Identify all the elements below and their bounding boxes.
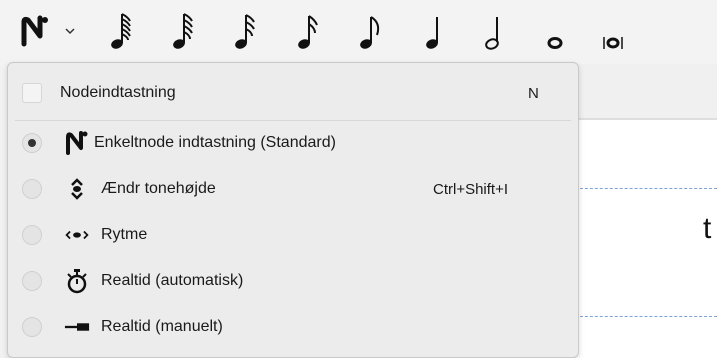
pitch-updown-icon — [64, 176, 90, 202]
staff-line — [575, 316, 717, 317]
note-input-toolbar — [0, 0, 717, 64]
note-input-checkbox[interactable] — [22, 83, 42, 103]
score-canvas[interactable]: t — [575, 120, 717, 358]
input-mode-dropdown-button[interactable] — [60, 6, 80, 56]
menu-item-label: Nodeindtastning — [60, 84, 176, 101]
radio-unselected[interactable] — [22, 317, 42, 337]
128th-note-icon — [298, 15, 318, 49]
duration-128th-button[interactable] — [285, 6, 335, 56]
radio-unselected[interactable] — [22, 271, 42, 291]
eighth-note-icon — [360, 16, 380, 49]
staff-line — [575, 188, 717, 189]
radio-selected[interactable] — [22, 133, 42, 153]
duration-256th-button[interactable] — [222, 6, 272, 56]
half-note-icon — [485, 17, 499, 50]
duration-quarter-button[interactable] — [410, 6, 460, 56]
duration-1024th-button[interactable] — [98, 6, 148, 56]
menu-item-realtime-auto[interactable]: Realtid (automatisk) — [8, 261, 578, 301]
512th-note-icon — [173, 13, 193, 49]
menu-item-shortcut: Ctrl+Shift+I — [433, 180, 509, 198]
menu-item-label: Realtid (manuelt) — [101, 318, 223, 335]
menu-item-note-input-toggle[interactable]: Nodeindtastning N — [8, 73, 578, 113]
menu-item-shortcut: N — [528, 84, 539, 102]
1024th-note-icon — [111, 13, 131, 49]
menu-item-change-pitch[interactable]: Ændr tonehøjde Ctrl+Shift+I — [8, 169, 578, 209]
menu-separator — [15, 120, 571, 121]
menu-item-label: Rytme — [101, 226, 148, 243]
score-toolbar-strip — [575, 64, 717, 120]
menu-item-label: Ændr tonehøjde — [101, 180, 216, 197]
menu-item-realtime-manual[interactable]: Realtid (manuelt) — [8, 307, 578, 347]
radio-unselected[interactable] — [22, 225, 42, 245]
duration-512th-button[interactable] — [160, 6, 210, 56]
menu-item-rhythm[interactable]: Rytme — [8, 215, 578, 255]
menu-item-single-note-input[interactable]: Enkeltnode indtastning (Standard) — [8, 123, 578, 163]
menu-item-label: Enkeltnode indtastning (Standard) — [94, 134, 336, 151]
duration-whole-button[interactable] — [530, 6, 580, 56]
menu-item-label: Realtid (automatisk) — [101, 272, 244, 289]
breve-note-icon — [603, 37, 623, 49]
radio-unselected[interactable] — [22, 179, 42, 199]
note-input-n-icon — [64, 130, 90, 156]
score-text-fragment: t — [703, 212, 712, 245]
duration-eighth-button[interactable] — [347, 6, 397, 56]
chevron-down-icon — [65, 28, 75, 35]
realtime-manual-icon — [64, 314, 90, 340]
quarter-note-icon — [426, 17, 438, 49]
whole-note-icon — [547, 37, 563, 49]
duration-breve-button[interactable] — [588, 6, 638, 56]
stopwatch-icon — [64, 268, 90, 294]
note-input-n-icon — [21, 15, 48, 47]
note-input-mode-menu: Nodeindtastning N Enkeltnode indtastning… — [7, 62, 579, 358]
256th-note-icon — [235, 14, 255, 49]
duration-half-button[interactable] — [470, 6, 520, 56]
note-input-mode-button[interactable] — [10, 6, 60, 56]
rhythm-icon — [64, 222, 90, 248]
